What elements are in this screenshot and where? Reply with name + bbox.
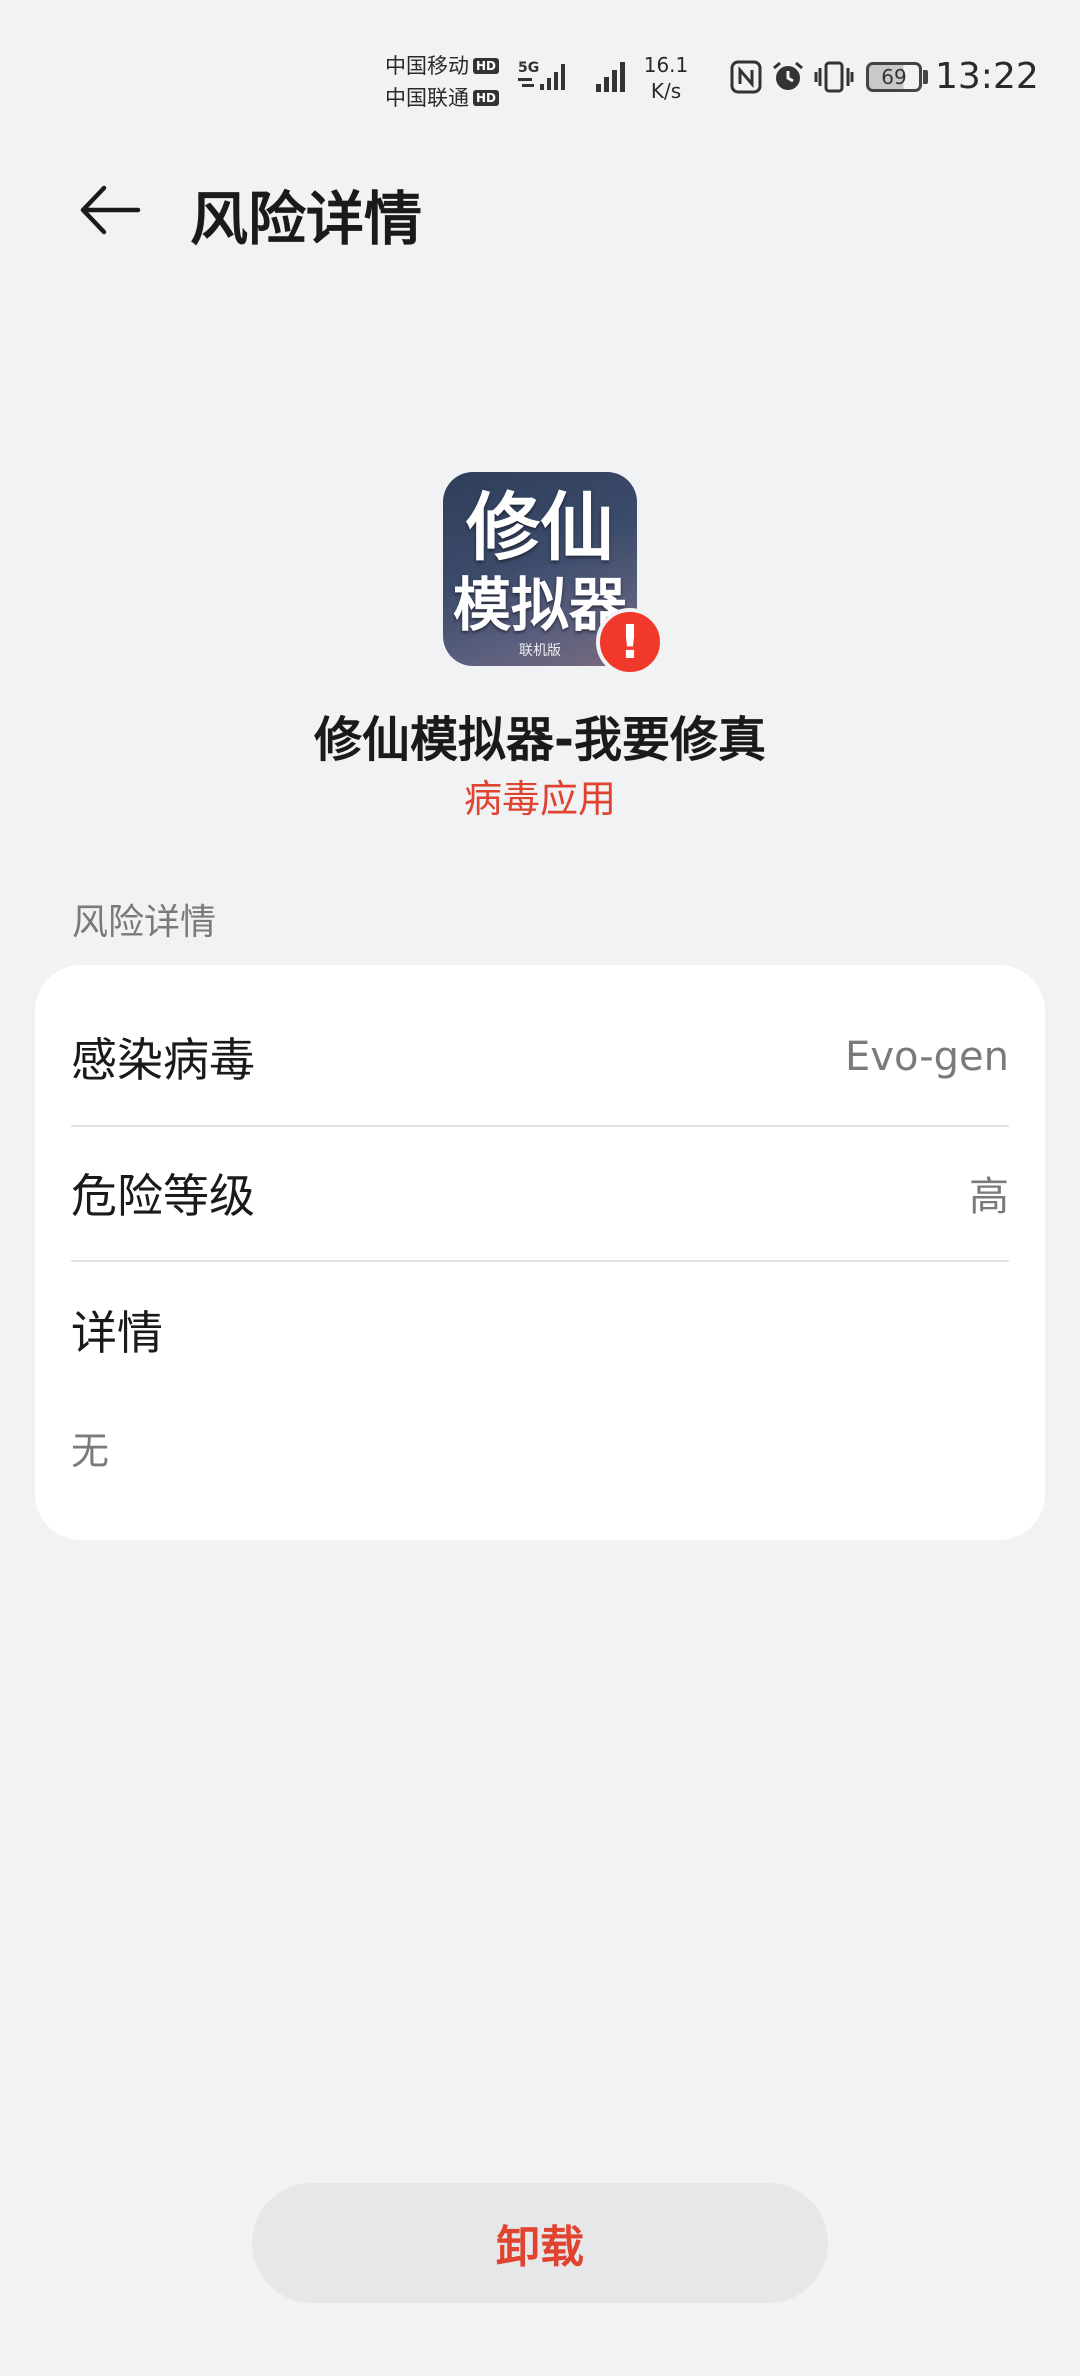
- page-title: 风险详情: [190, 185, 423, 253]
- svg-text:5G: 5G: [518, 60, 539, 76]
- network-speed: 16.1 K/s: [640, 52, 692, 104]
- warning-icon: !: [596, 608, 664, 676]
- hd-badge: HD: [473, 58, 500, 74]
- status-bar: 中国移动 HD 中国联通 HD 5G 16.1 K/s 69 13:22: [0, 0, 1080, 150]
- network-speed-unit: K/s: [650, 79, 682, 103]
- app-name: 修仙模拟器-我要修真: [314, 712, 766, 768]
- row-value: Evo-gen: [845, 1034, 1009, 1080]
- back-arrow-icon: [80, 185, 141, 235]
- back-button[interactable]: [70, 170, 150, 250]
- section-title: 风险详情: [72, 902, 217, 943]
- details-value: 无: [71, 1429, 110, 1473]
- alarm-icon: [773, 61, 803, 90]
- signal-5g-icon: 5G: [518, 60, 565, 90]
- carrier-1: 中国移动: [385, 54, 469, 78]
- carrier-2: 中国联通: [385, 86, 469, 110]
- nfc-icon: [730, 60, 762, 94]
- divider: [71, 1260, 1009, 1262]
- risk-detail-card: 感染病毒 Evo-gen 危险等级 高 详情 无: [35, 965, 1045, 1540]
- battery-icon: 69: [866, 62, 922, 92]
- hd-badge: HD: [473, 90, 500, 106]
- row-label: 感染病毒: [71, 1033, 255, 1087]
- row-label: 危险等级: [71, 1169, 255, 1223]
- vibrate-icon: [814, 61, 854, 93]
- detail-row-risk-level: 危险等级 高: [71, 1125, 1009, 1261]
- detail-row-virus: 感染病毒 Evo-gen: [71, 989, 1009, 1125]
- details-label: 详情: [71, 1306, 163, 1360]
- battery-tip: [923, 70, 928, 84]
- signal-icon: [596, 62, 625, 92]
- carrier-info: 中国移动 HD 中国联通 HD: [385, 50, 515, 114]
- clock: 13:22: [935, 56, 1039, 97]
- network-speed-value: 16.1: [643, 53, 689, 77]
- app-status-label: 病毒应用: [463, 777, 616, 821]
- uninstall-button[interactable]: 卸载: [252, 2183, 828, 2303]
- row-value: 高: [969, 1174, 1009, 1220]
- app-icon-text-line1: 修仙: [466, 485, 614, 571]
